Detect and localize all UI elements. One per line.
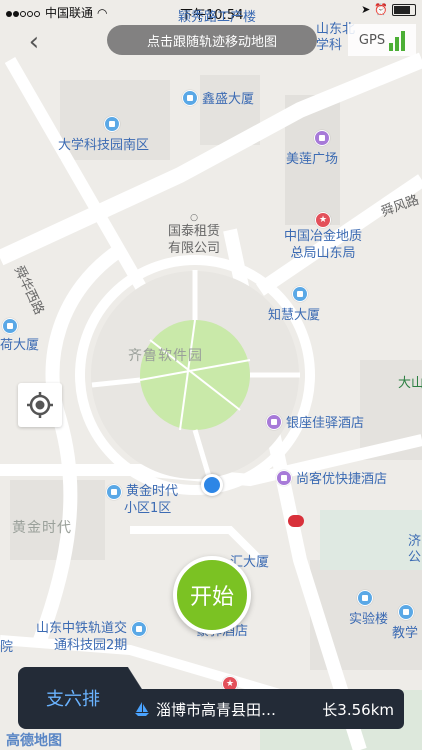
signal-icon [6,6,41,20]
poi-yinzuo[interactable]: 银座佳驿酒店 [266,412,364,431]
wifi-icon: ◠ [97,5,108,20]
area-huangjin: 黄金时代 [12,520,72,536]
start-button-label: 开始 [189,585,234,610]
poi-zhongtie[interactable]: 山东中铁轨道交 通科技园2期 [36,620,148,654]
poi-yejin[interactable]: 中国冶金地质 总局山东局 [284,212,362,262]
poi-meilian[interactable]: 美莲广场 [284,129,356,167]
alarm-icon: ⏰ [374,3,388,16]
battery-icon [392,3,416,16]
poi-zhihui[interactable]: 知慧大厦 [266,285,338,323]
poi-partial-top-road: 颖秀路工产楼 [178,10,257,25]
crosshair-icon [27,392,53,418]
sailboat-icon [128,701,156,717]
poi-shangke[interactable]: 尚客优快捷酒店 [276,468,387,487]
building-icon [292,285,308,302]
building-icon [357,589,373,606]
route-tab-label: 支六排 [46,689,100,710]
carrier-label: 中国联通 [45,6,94,20]
poi-partial-left-bottom: 院 [0,640,14,655]
government-icon [315,212,331,228]
poi-huangjin-xiaoqu[interactable]: 黄金时代 小区1区 [106,483,178,517]
hotel-icon [276,469,292,486]
locate-button[interactable] [18,383,62,427]
gps-indicator: GPS [348,24,416,56]
shopping-icon [314,129,330,146]
chevron-left-icon: ‹ [28,27,40,57]
poi-partial-right-edge: 大山 [398,376,422,391]
route-info[interactable]: 淄博市高青县田… 长3.56km [128,689,404,729]
status-right: ➤ ⏰ [361,3,416,16]
building-icon [2,318,18,334]
poi-kejiyuan[interactable]: 大学科技园南区 [58,115,169,153]
metro-icon [288,515,304,527]
poi-partial-top-right-2: 学科 [316,38,343,53]
poi-jiaoxue[interactable]: 教学 [392,603,422,641]
poi-partial-right-edge-3: 公 [408,550,422,565]
hotel-icon [266,413,282,430]
route-tab[interactable]: 支六排 [18,667,128,729]
location-arrow-icon: ➤ [361,3,371,16]
gps-label: GPS [358,32,386,48]
route-panel: 支六排 淄博市高青县田… 长3.56km [18,667,404,729]
building-icon [131,620,148,637]
building-icon [398,603,414,620]
status-left: 中国联通 ◠ [6,4,108,21]
current-location-marker [201,474,223,496]
building-icon [104,115,120,132]
back-button[interactable]: ‹ [18,26,50,58]
route-destination: 淄博市高青县田… [156,700,277,719]
poi-guotai[interactable]: ○ 国泰租赁 有限公司 [168,213,220,257]
poi-partial-left-building: 荷大厦 [0,338,40,353]
poi-xinsheng[interactable]: 鑫盛大厦 [182,88,254,107]
building-icon [106,483,122,500]
gps-signal-icon [389,29,406,51]
follow-track-toast[interactable]: 点击跟随轨迹移动地图 [107,25,317,55]
area-qilu: 齐鲁软件园 [128,348,203,364]
start-button[interactable]: 开始 [173,556,251,634]
amap-logo: 高德地图 [6,733,62,749]
dot-icon: ○ [190,213,198,223]
map-screen: 中国联通 ◠ 下午10:54 ➤ ⏰ 颖秀路工产楼 山东北 学科 ‹ 点击跟随轨… [0,0,422,750]
route-length: 长3.56km [322,700,394,719]
building-icon [182,89,198,106]
toast-message: 点击跟随轨迹移动地图 [146,34,277,50]
